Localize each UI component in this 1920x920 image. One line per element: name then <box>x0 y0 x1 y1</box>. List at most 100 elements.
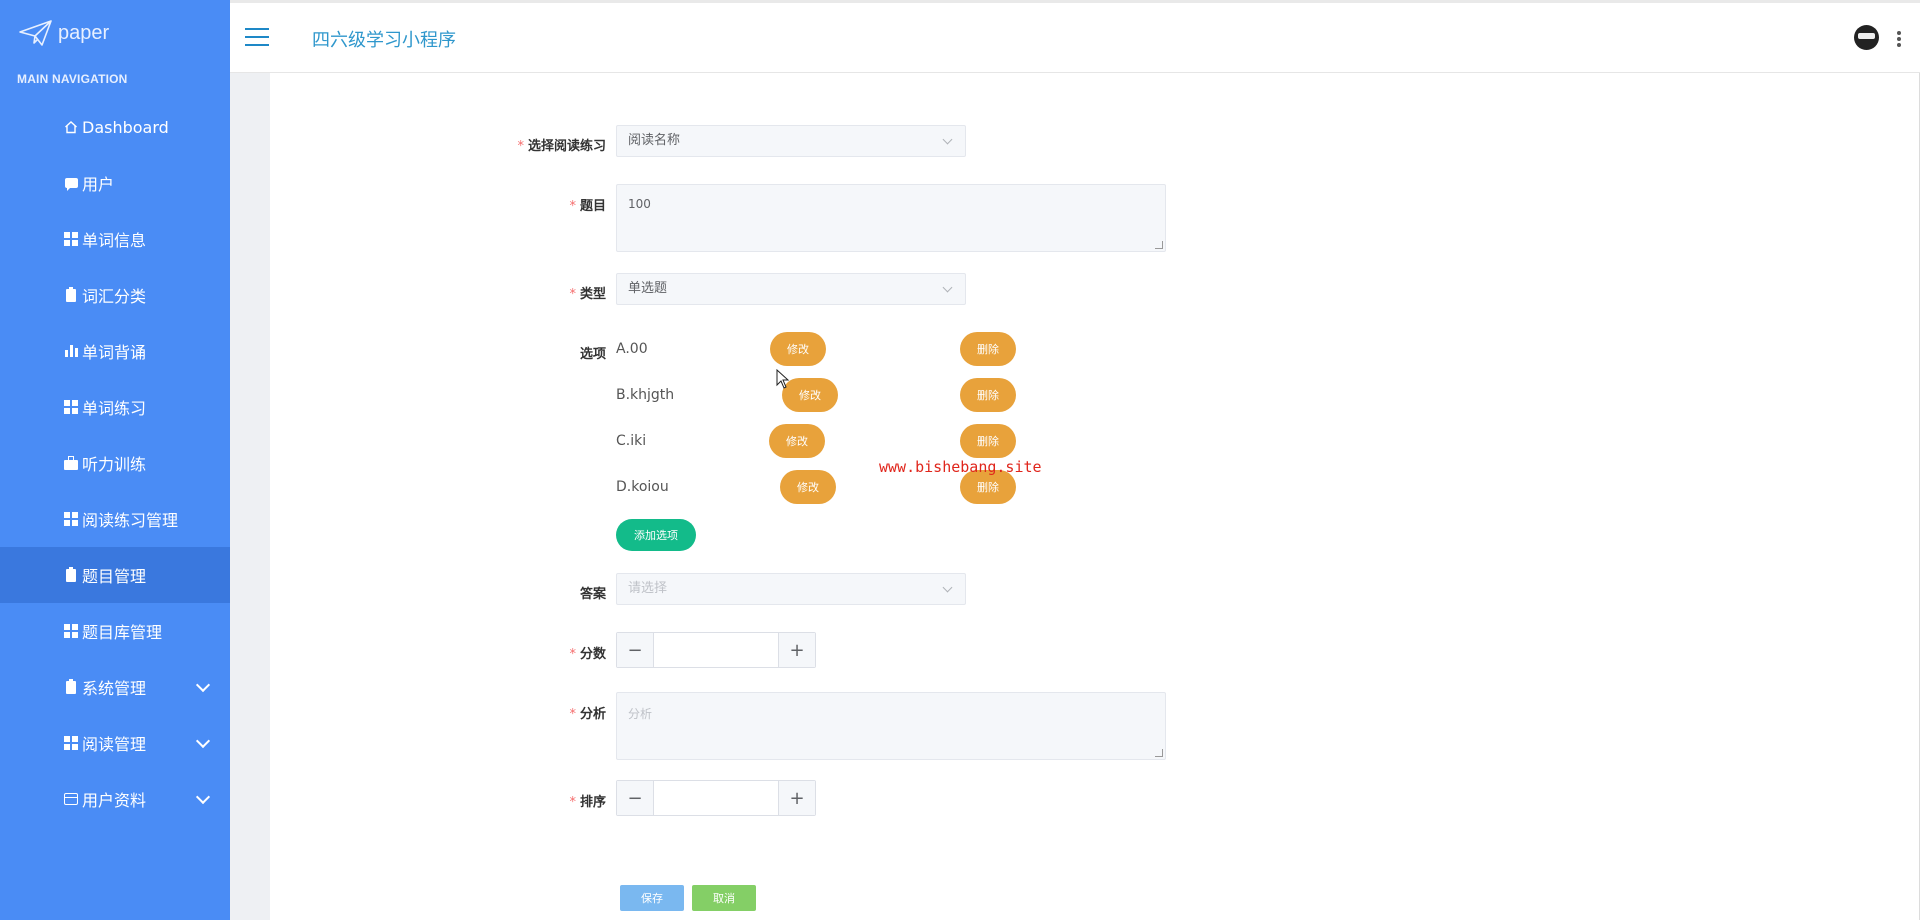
sidebar-item-label: 单词信息 <box>82 231 147 250</box>
sidebar-item-user-profile[interactable]: 用户资料 <box>0 771 230 827</box>
order-input[interactable] <box>654 781 778 815</box>
reading-select-value: 阅读名称 <box>628 133 681 148</box>
plus-icon[interactable]: + <box>778 781 815 815</box>
question-label: * 题目 <box>569 199 606 214</box>
sidebar-item-reading-practice[interactable]: 阅读练习管理 <box>0 491 230 547</box>
briefcase-icon <box>63 455 79 471</box>
app-title: 四六级学习小程序 <box>312 30 456 51</box>
logo[interactable]: paper <box>18 18 109 48</box>
grid-icon <box>63 735 79 751</box>
sidebar-item-label: 词汇分类 <box>82 287 147 306</box>
edit-option-button[interactable]: 修改 <box>770 332 826 366</box>
sidebar-item-vocab-category[interactable]: 词汇分类 <box>0 267 230 323</box>
sidebar-nav: Dashboard 用户 单词信息 词汇分类 单词背诵 单词练习 听力训练 阅读… <box>0 99 264 827</box>
chevron-down-icon <box>942 582 953 593</box>
sidebar-item-word-info[interactable]: 单词信息 <box>0 211 230 267</box>
watermark-text: www.bishebang.site <box>879 458 1042 476</box>
sidebar-item-question-bank[interactable]: 题目库管理 <box>0 603 230 659</box>
nav-section-title: MAIN NAVIGATION <box>17 72 128 86</box>
paper-plane-icon <box>19 20 52 46</box>
sidebar-item-label: 听力训练 <box>82 455 147 474</box>
sidebar-item-label: 单词背诵 <box>82 343 147 362</box>
question-textarea[interactable]: 100 <box>616 184 1166 252</box>
clipboard-icon <box>63 286 79 303</box>
grid-icon <box>63 231 79 247</box>
type-select[interactable]: 单选题 <box>616 273 966 305</box>
sidebar-item-users[interactable]: 用户 <box>0 155 230 211</box>
answer-select[interactable]: 请选择 <box>616 573 966 605</box>
clipboard-icon <box>63 678 79 695</box>
sidebar-item-label: 阅读管理 <box>82 735 147 754</box>
minus-icon[interactable]: − <box>617 781 654 815</box>
save-button[interactable]: 保存 <box>620 885 684 911</box>
delete-option-button[interactable]: 删除 <box>960 424 1016 458</box>
score-stepper[interactable]: − + <box>616 632 816 668</box>
required-star: * <box>569 287 576 302</box>
calendar-icon <box>63 791 79 807</box>
edit-option-button[interactable]: 修改 <box>782 378 838 412</box>
required-star: * <box>569 647 576 662</box>
required-star: * <box>569 199 576 214</box>
bar-chart-icon <box>63 343 79 359</box>
plus-icon[interactable]: + <box>778 633 815 667</box>
sidebar-item-question-manage[interactable]: 题目管理 <box>0 547 264 603</box>
sidebar-item-dashboard[interactable]: Dashboard <box>0 99 230 155</box>
chevron-down-icon <box>195 733 211 749</box>
minus-icon[interactable]: − <box>617 633 654 667</box>
analysis-label: * 分析 <box>569 707 606 722</box>
sidebar: paper MAIN NAVIGATION Dashboard 用户 单词信息 … <box>0 0 264 920</box>
sidebar-item-label: 题目管理 <box>82 567 147 586</box>
sidebar-item-label: 系统管理 <box>82 679 147 698</box>
sidebar-item-word-recite[interactable]: 单词背诵 <box>0 323 230 379</box>
sidebar-item-label: Dashboard <box>82 117 169 137</box>
sidebar-item-label: 单词练习 <box>82 399 147 418</box>
analysis-textarea[interactable]: 分析 <box>616 692 1166 760</box>
edit-option-button[interactable]: 修改 <box>780 470 836 504</box>
reading-select[interactable]: 阅读名称 <box>616 125 966 157</box>
top-header: 四六级学习小程序 <box>230 0 1920 73</box>
sidebar-item-word-practice[interactable]: 单词练习 <box>0 379 230 435</box>
type-label: * 类型 <box>569 287 606 302</box>
add-option-button[interactable]: 添加选项 <box>616 519 696 551</box>
grid-icon <box>63 399 79 415</box>
grid-icon <box>63 623 79 639</box>
sidebar-item-listening[interactable]: 听力训练 <box>0 435 230 491</box>
answer-select-placeholder: 请选择 <box>628 581 668 596</box>
content-gutter <box>230 73 270 920</box>
sidebar-item-label: 用户 <box>82 175 115 194</box>
mouse-cursor-icon <box>776 369 790 389</box>
comment-icon <box>63 175 79 191</box>
edit-option-button[interactable]: 修改 <box>769 424 825 458</box>
required-star: * <box>517 139 524 154</box>
delete-option-button[interactable]: 删除 <box>960 378 1016 412</box>
order-label: * 排序 <box>569 795 606 810</box>
reading-label: * 选择阅读练习 <box>517 139 606 154</box>
sidebar-item-system[interactable]: 系统管理 <box>0 659 230 715</box>
analysis-placeholder: 分析 <box>628 707 653 721</box>
required-star: * <box>569 707 576 722</box>
resize-handle-icon[interactable] <box>1155 749 1163 757</box>
score-input[interactable] <box>654 633 778 667</box>
main-content: * 选择阅读练习 阅读名称 * 题目 100 * 类型 单选题 选项 A.00 修改 … <box>270 73 1919 920</box>
avatar[interactable] <box>1854 25 1879 50</box>
type-select-value: 单选题 <box>628 281 668 296</box>
sidebar-item-label: 用户资料 <box>82 791 147 810</box>
menu-toggle-icon[interactable] <box>245 28 269 46</box>
question-value: 100 <box>628 197 651 211</box>
options-label: 选项 <box>579 347 606 362</box>
order-stepper[interactable]: − + <box>616 780 816 816</box>
delete-option-button[interactable]: 删除 <box>960 332 1016 366</box>
logo-text: paper <box>58 21 110 44</box>
more-menu-icon[interactable] <box>1897 31 1901 47</box>
sidebar-item-label: 阅读练习管理 <box>82 511 179 530</box>
sidebar-item-label: 题目库管理 <box>82 623 163 642</box>
sidebar-item-reading[interactable]: 阅读管理 <box>0 715 230 771</box>
chevron-down-icon <box>195 789 211 805</box>
grid-icon <box>63 511 79 527</box>
option-text: A.00 <box>616 341 648 357</box>
chevron-down-icon <box>942 282 953 293</box>
home-icon <box>63 119 79 135</box>
resize-handle-icon[interactable] <box>1155 241 1163 249</box>
cancel-button[interactable]: 取消 <box>692 885 756 911</box>
option-text: B.khjgth <box>616 387 675 403</box>
